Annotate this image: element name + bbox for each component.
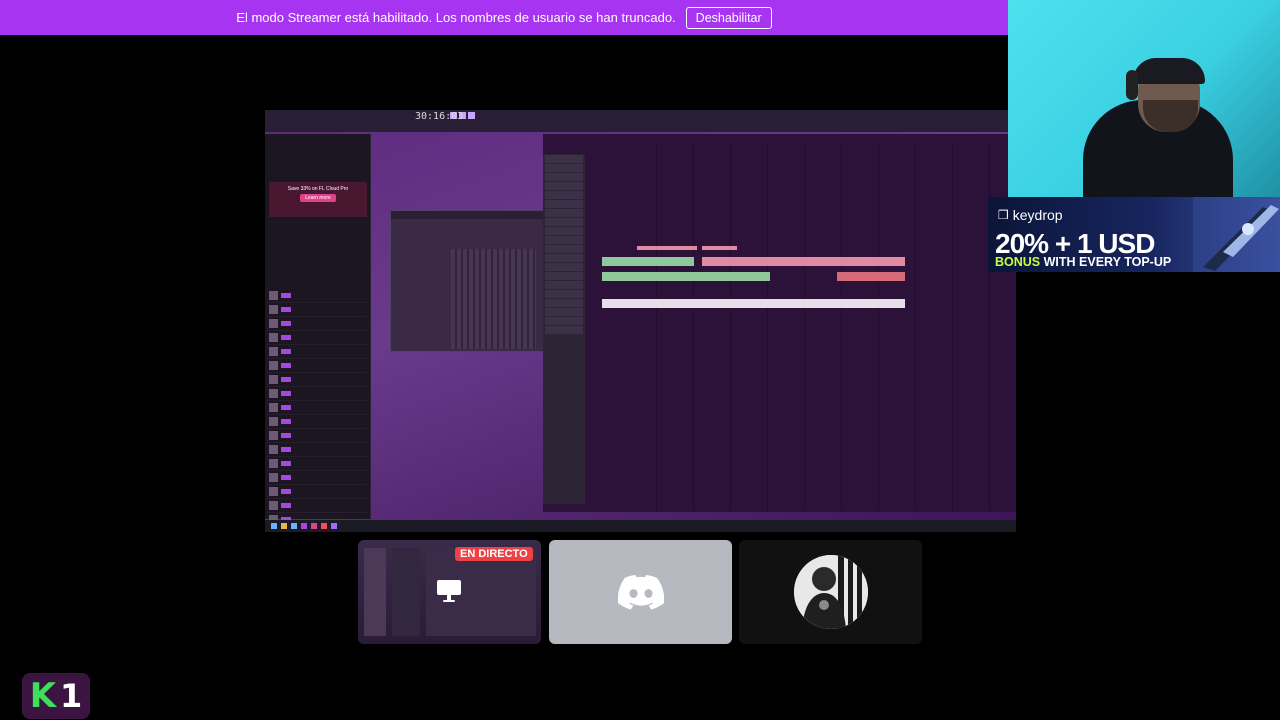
- monitor-icon: [437, 580, 461, 602]
- list-item: [267, 499, 367, 513]
- ad-sub-accent: BONUS: [995, 255, 1041, 269]
- logo-number: 1: [60, 677, 83, 715]
- weapon-image: [1193, 197, 1280, 272]
- avatar: [793, 555, 868, 629]
- audio-clip: [702, 246, 737, 250]
- list-item: [267, 471, 367, 485]
- list-item: [267, 331, 367, 345]
- audio-clip: [702, 257, 905, 266]
- stream-preview-tile[interactable]: EN DIRECTO: [358, 540, 541, 644]
- keydrop-mark-icon: ❒: [998, 208, 1009, 222]
- user-participant-tile[interactable]: [739, 540, 922, 644]
- browser-sample-list: [267, 289, 367, 527]
- avatar-image: [793, 555, 868, 629]
- keydrop-ad-banner: ❒ keydrop 20% + 1 USD BONUS WITH EVERY T…: [988, 197, 1280, 272]
- list-item: [267, 429, 367, 443]
- ad-subline: BONUS WITH EVERY TOP-UP: [995, 255, 1171, 269]
- fl-time-display: 30:16:03: [415, 111, 464, 122]
- audio-clip: [602, 299, 905, 308]
- windows-taskbar: [265, 520, 1016, 532]
- banner-message: El modo Streamer está habilitado. Los no…: [236, 10, 676, 25]
- list-item: [267, 443, 367, 457]
- keydrop-brand: keydrop: [1012, 207, 1063, 223]
- list-item: [267, 317, 367, 331]
- list-item: [267, 303, 367, 317]
- shared-screen-view[interactable]: 30:16:03 Save 33% on FL Cloud Pro Learn …: [265, 110, 1016, 532]
- logo-letter: K: [29, 676, 57, 716]
- live-badge: EN DIRECTO: [455, 547, 533, 561]
- disable-streamer-mode-button[interactable]: Deshabilitar: [685, 6, 772, 29]
- streamer-mode-banner: El modo Streamer está habilitado. Los no…: [0, 0, 1008, 35]
- list-item: [267, 401, 367, 415]
- fl-cloud-promo-button: Learn more: [300, 194, 336, 202]
- keydrop-logo: ❒ keydrop: [998, 207, 1063, 223]
- list-item: [267, 345, 367, 359]
- discord-logo-icon: [617, 574, 664, 610]
- channel-logo: K 1: [22, 673, 90, 719]
- fl-browser-panel: Save 33% on FL Cloud Pro Learn more: [265, 134, 371, 527]
- list-item: [267, 415, 367, 429]
- fl-cloud-promo: Save 33% on FL Cloud Pro Learn more: [269, 182, 367, 217]
- audio-clip: [602, 272, 770, 281]
- fl-playlist-arrangement: [543, 134, 1016, 512]
- list-item: [267, 387, 367, 401]
- list-item: [267, 289, 367, 303]
- audio-clip: [637, 246, 697, 250]
- ad-sub-rest: WITH EVERY TOP-UP: [1040, 255, 1172, 269]
- list-item: [267, 457, 367, 471]
- discord-participant-tile[interactable]: [549, 540, 732, 644]
- list-item: [267, 485, 367, 499]
- playlist-track-list: [543, 154, 585, 504]
- list-item: [267, 359, 367, 373]
- audio-clip: [602, 257, 694, 266]
- fl-channel-rack: [390, 210, 544, 352]
- playlist-grid: [620, 144, 1016, 510]
- list-item: [267, 373, 367, 387]
- webcam-feed: [1008, 0, 1280, 200]
- fl-toolbar: 30:16:03: [265, 110, 1016, 132]
- audio-clip: [837, 272, 905, 281]
- fl-cloud-promo-text: Save 33% on FL Cloud Pro: [287, 186, 349, 192]
